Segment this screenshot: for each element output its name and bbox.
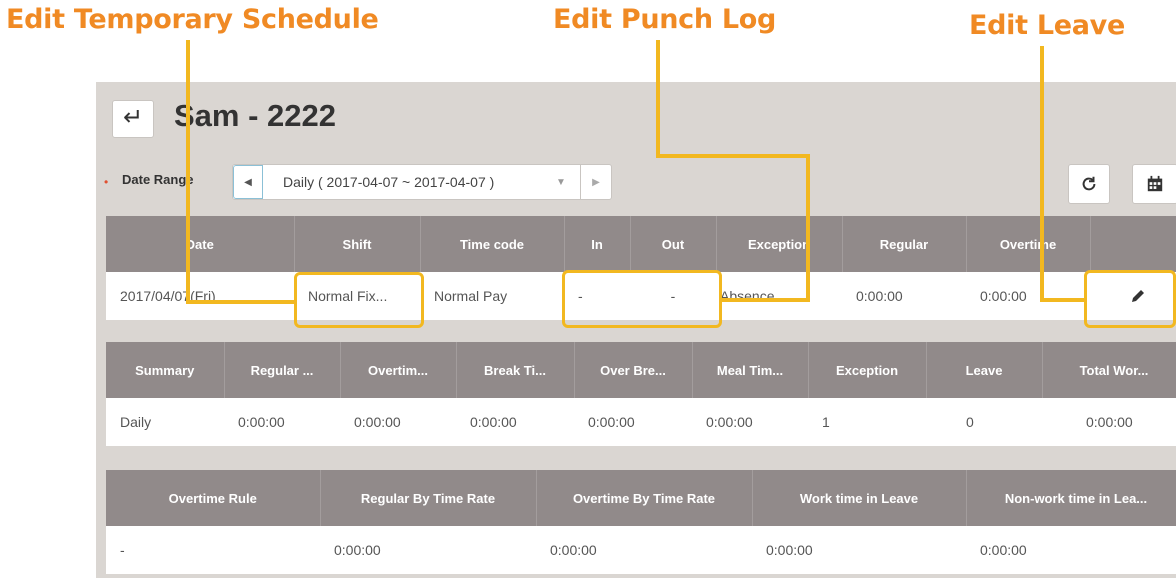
chevron-left-icon: ◀ xyxy=(244,176,252,188)
col-out[interactable]: Out xyxy=(630,216,717,272)
col-work-time-in-leave: Work time in Leave xyxy=(752,470,967,526)
col-non-work-time-in-leave: Non-work time in Lea... xyxy=(966,470,1176,526)
back-arrow-icon: ↵ xyxy=(122,104,144,131)
col-overtime-summary: Overtim... xyxy=(340,342,457,398)
connector-line-leave xyxy=(1040,298,1086,302)
connector-line-schedule xyxy=(186,40,190,304)
callout-edit-leave: Edit Leave xyxy=(969,10,1125,41)
connector-line-punch xyxy=(806,154,810,302)
col-overtime[interactable]: Overtime xyxy=(966,216,1091,272)
chevron-right-icon: ▶ xyxy=(592,176,600,188)
refresh-icon xyxy=(1082,176,1096,191)
col-regular-by-time-rate: Regular By Time Rate xyxy=(320,470,537,526)
col-summary: Summary xyxy=(106,342,225,398)
attendance-panel: ↵ Sam - 2222 • Date Range ◀ Daily ( 2017… xyxy=(96,82,1176,578)
cell-overtime-summary: 0:00:00 xyxy=(354,414,401,430)
callout-edit-temporary-schedule: Edit Temporary Schedule xyxy=(6,4,379,35)
cell-time-code: Normal Pay xyxy=(434,288,508,304)
connector-line-punch xyxy=(656,40,660,158)
cell-break-time: 0:00:00 xyxy=(470,414,517,430)
cell-total-work: 0:00:00 xyxy=(1086,414,1133,430)
calendar-icon xyxy=(1147,175,1163,192)
overtime-header-row: Overtime Rule Regular By Time Rate Overt… xyxy=(106,470,1176,526)
cell-date: 2017/04/07(Fri) xyxy=(120,288,216,304)
col-regular[interactable]: Regular xyxy=(842,216,967,272)
date-range-prev-button[interactable]: ◀ xyxy=(233,165,263,199)
callout-edit-punch-log: Edit Punch Log xyxy=(553,4,777,35)
col-exception-summary: Exception xyxy=(808,342,927,398)
col-regular-summary: Regular ... xyxy=(224,342,341,398)
attendance-header-row: Date Shift Time code In Out Exception Re… xyxy=(106,216,1176,272)
summary-table: Summary Regular ... Overtim... Break Ti.… xyxy=(106,342,1176,446)
connector-line-punch xyxy=(720,298,810,302)
cell-meal-time: 0:00:00 xyxy=(706,414,753,430)
cell-overtime-rule: - xyxy=(120,542,125,558)
cell-work-time-in-leave: 0:00:00 xyxy=(766,542,813,558)
col-break-time: Break Ti... xyxy=(456,342,575,398)
connector-line-punch xyxy=(656,154,810,158)
col-in[interactable]: In xyxy=(564,216,631,272)
required-dot: • xyxy=(104,175,109,189)
col-date[interactable]: Date xyxy=(106,216,295,272)
date-range-control: ◀ Daily ( 2017-04-07 ~ 2017-04-07 ) ▼ ▶ xyxy=(232,164,612,200)
highlight-edit-leave xyxy=(1084,270,1176,328)
date-range-select[interactable]: Daily ( 2017-04-07 ~ 2017-04-07 ) ▼ xyxy=(263,165,580,199)
cell-regular: 0:00:00 xyxy=(856,288,903,304)
table-row: Daily 0:00:00 0:00:00 0:00:00 0:00:00 0:… xyxy=(106,398,1176,446)
cell-overtime: 0:00:00 xyxy=(980,288,1027,304)
cell-regular-summary: 0:00:00 xyxy=(238,414,285,430)
col-actions xyxy=(1090,216,1176,272)
caret-down-icon: ▼ xyxy=(556,176,566,188)
employee-title: Sam - 2222 xyxy=(174,98,336,133)
calendar-button[interactable] xyxy=(1132,164,1176,204)
connector-line-schedule xyxy=(186,300,296,304)
col-overtime-by-time-rate: Overtime By Time Rate xyxy=(536,470,753,526)
date-range-label: Date Range xyxy=(122,172,194,187)
col-shift[interactable]: Shift xyxy=(294,216,421,272)
cell-regular-by-time-rate: 0:00:00 xyxy=(334,542,381,558)
cell-overtime-by-time-rate: 0:00:00 xyxy=(550,542,597,558)
col-over-break: Over Bre... xyxy=(574,342,693,398)
refresh-button[interactable] xyxy=(1068,164,1110,204)
overtime-table: Overtime Rule Regular By Time Rate Overt… xyxy=(106,470,1176,574)
col-meal-time: Meal Tim... xyxy=(692,342,809,398)
connector-line-leave xyxy=(1040,46,1044,302)
highlight-shift-cell xyxy=(294,272,424,328)
cell-leave: 0 xyxy=(966,414,974,430)
cell-summary: Daily xyxy=(120,414,152,430)
date-range-next-button[interactable]: ▶ xyxy=(580,165,611,199)
col-leave: Leave xyxy=(926,342,1043,398)
summary-header-row: Summary Regular ... Overtim... Break Ti.… xyxy=(106,342,1176,398)
cell-exception: Absence xyxy=(720,288,775,304)
cell-over-break: 0:00:00 xyxy=(588,414,635,430)
cell-non-work-time-in-leave: 0:00:00 xyxy=(980,542,1027,558)
col-time-code[interactable]: Time code xyxy=(420,216,565,272)
date-range-value: Daily ( 2017-04-07 ~ 2017-04-07 ) xyxy=(283,174,495,190)
highlight-punch-cells xyxy=(562,270,722,328)
col-exception[interactable]: Exception xyxy=(716,216,843,272)
cell-exception-summary: 1 xyxy=(822,414,830,430)
back-button[interactable]: ↵ xyxy=(112,100,154,138)
col-overtime-rule: Overtime Rule xyxy=(106,470,321,526)
table-row: - 0:00:00 0:00:00 0:00:00 0:00:00 xyxy=(106,526,1176,574)
col-total-work: Total Wor... xyxy=(1042,342,1176,398)
